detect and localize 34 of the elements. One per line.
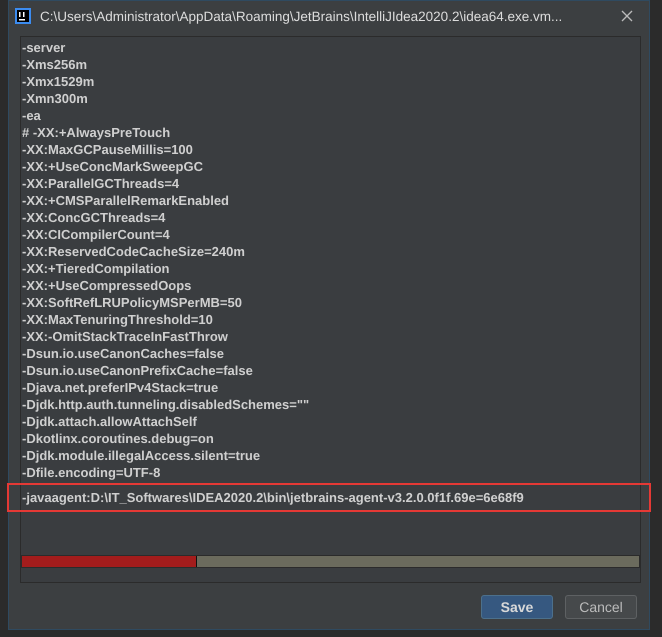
code-line: -ea: [21, 107, 42, 124]
code-line: -XX:-OmitStackTraceInFastThrow: [21, 328, 229, 345]
code-line: -XX:MaxGCPauseMillis=100: [21, 141, 194, 158]
app-icon: [15, 8, 31, 24]
code-line: -XX:SoftRefLRUPolicyMSPerMB=50: [21, 294, 243, 311]
code-line: -server: [21, 39, 66, 56]
code-line: -XX:+TieredCompilation: [21, 260, 170, 277]
code-line: -Xmx1529m: [21, 73, 96, 90]
cancel-button[interactable]: Cancel: [565, 595, 637, 619]
code-line: -Xms256m: [21, 56, 88, 73]
code-line: -XX:+UseCompressedOops: [21, 277, 192, 294]
code-line: -XX:+CMSParallelRemarkEnabled: [21, 192, 230, 209]
code-line: -javaagent:D:\IT_Softwares\IDEA2020.2\bin\jetbrains-agent-v3.2.0.0f1f.69e=6e68f9: [9, 485, 649, 510]
code-line: # -XX:+AlwaysPreTouch: [21, 124, 172, 141]
code-line: -Dsun.io.useCanonPrefixCache=false: [21, 362, 254, 379]
code-line: -Djdk.http.auth.tunneling.disabledSchemes="": [21, 396, 310, 413]
code-line: -Dsun.io.useCanonCaches=false: [21, 345, 225, 362]
code-line: -Dkotlinx.coroutines.debug=on: [21, 430, 215, 447]
code-line: -XX:ConcGCThreads=4: [21, 209, 166, 226]
save-button[interactable]: Save: [481, 595, 553, 619]
code-line: -XX:ReservedCodeCacheSize=240m: [21, 243, 246, 260]
close-icon[interactable]: [621, 10, 633, 22]
code-line: -XX:MaxTenuringThreshold=10: [21, 311, 214, 328]
code-line: -Xmn300m: [21, 90, 89, 107]
code-line: -Djava.net.preferIPv4Stack=true: [21, 379, 220, 396]
window-title: C:\Users\Administrator\AppData\Roaming\JetBrains\IntelliJIdea2020.2\idea64.exe.vm...: [40, 8, 564, 24]
code-line: -XX:+UseConcMarkSweepGC: [21, 158, 204, 175]
horizontal-scrollbar[interactable]: [21, 555, 640, 568]
code-line: -Djdk.attach.allowAttachSelf: [21, 413, 198, 430]
code-line: -Djdk.module.illegalAccess.silent=true: [21, 447, 262, 464]
code-line: -XX:CICompilerCount=4: [21, 226, 171, 243]
scrollbar-thumb[interactable]: [22, 556, 197, 567]
code-line: -XX:ParallelGCThreads=4: [21, 175, 180, 192]
code-line: -Dfile.encoding=UTF-8: [21, 464, 162, 481]
